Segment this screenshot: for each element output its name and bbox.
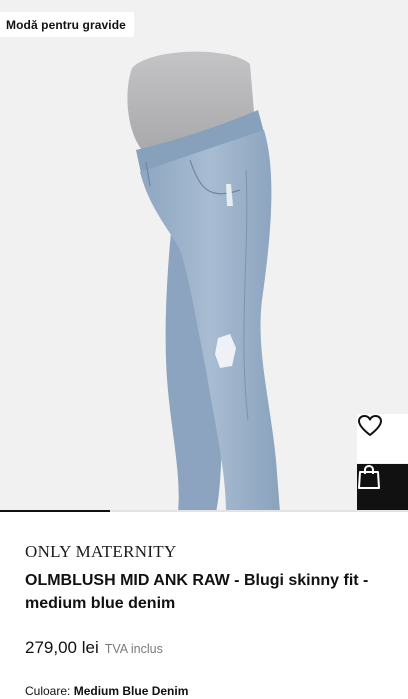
product-price: 279,00 lei bbox=[25, 638, 99, 657]
color-value: Medium Blue Denim bbox=[73, 684, 189, 698]
gallery-progress-bar bbox=[0, 510, 408, 512]
vat-note: TVA inclus bbox=[104, 642, 163, 656]
product-image-gallery[interactable]: Modă pentru gravide bbox=[0, 0, 408, 512]
product-brand[interactable]: ONLY MATERNITY bbox=[25, 542, 177, 562]
color-info: Culoare: Medium Blue Denim bbox=[25, 684, 188, 698]
heart-icon bbox=[358, 415, 382, 436]
price-row: 279,00 lei TVA inclus bbox=[25, 638, 163, 658]
maternity-badge: Modă pentru gravide bbox=[0, 12, 134, 37]
color-label: Culoare: bbox=[25, 684, 71, 698]
shopping-bag-icon bbox=[358, 464, 380, 489]
product-title: OLMBLUSH MID ANK RAW - Blugi skinny fit … bbox=[25, 572, 369, 612]
add-to-bag-button[interactable] bbox=[357, 464, 408, 512]
gallery-progress-fill bbox=[0, 510, 111, 512]
add-to-wishlist-button[interactable] bbox=[357, 414, 408, 463]
product-image bbox=[127, 51, 280, 512]
